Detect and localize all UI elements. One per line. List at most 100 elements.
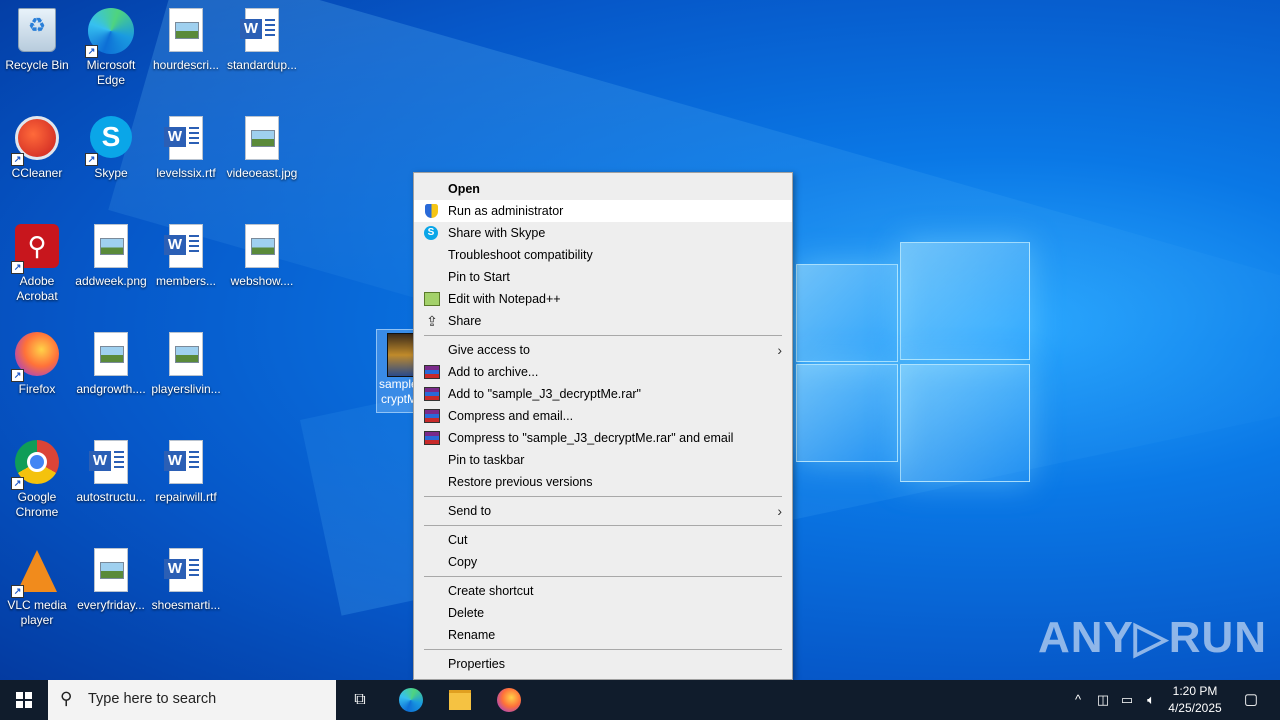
chevron-right-icon: › [777, 342, 782, 358]
menu-item-edit-with-notepadpp[interactable]: Edit with Notepad++ [414, 288, 792, 310]
image-file-icon [245, 224, 279, 268]
desktop-icon-recycle-bin[interactable]: Recycle Bin [0, 4, 74, 73]
menu-item-compress-to-rar-and-email[interactable]: Compress to "sample_J3_decryptMe.rar" an… [414, 427, 792, 449]
desktop-icon-videoeast[interactable]: videoeast.jpg [225, 112, 299, 181]
winrar-icon [424, 387, 440, 401]
menu-item-properties[interactable]: Properties [414, 653, 792, 675]
file-explorer-icon [449, 689, 471, 710]
desktop-icon-autostructu[interactable]: autostructu... [74, 436, 148, 505]
taskbar-search-box[interactable]: ⚲ Type here to search [48, 680, 336, 720]
shortcut-arrow-icon: ↗ [11, 369, 24, 382]
shortcut-arrow-icon: ↗ [85, 153, 98, 166]
menu-item-copy[interactable]: Copy [414, 551, 792, 573]
taskbar-edge-button[interactable] [391, 684, 431, 716]
desktop-icon-webshow[interactable]: webshow.... [225, 220, 299, 289]
image-file-icon [169, 332, 203, 376]
recycle-bin-icon [18, 8, 56, 52]
taskbar-file-explorer-button[interactable] [440, 684, 480, 716]
task-view-icon: ⧉ [354, 691, 366, 708]
desktop-icon-skype[interactable]: S ↗ Skype [74, 112, 148, 181]
taskbar-firefox-button[interactable] [489, 684, 529, 716]
menu-item-restore-previous-versions[interactable]: Restore previous versions [414, 471, 792, 493]
menu-separator [424, 335, 782, 336]
word-document-icon [164, 116, 203, 160]
menu-item-open[interactable]: Open [414, 178, 792, 200]
image-file-icon [94, 548, 128, 592]
menu-item-give-access-to[interactable]: Give access to › [414, 339, 792, 361]
desktop-icon-standardup[interactable]: standardup... [225, 4, 299, 73]
clock-time: 1:20 PM [1172, 684, 1218, 698]
notepadpp-icon [424, 292, 440, 306]
menu-item-delete[interactable]: Delete [414, 602, 792, 624]
meet-now-icon: ◫ [1096, 692, 1110, 707]
menu-item-pin-to-start[interactable]: Pin to Start [414, 266, 792, 288]
search-icon: ⚲ [60, 689, 73, 708]
network-button[interactable]: ▭ [1116, 680, 1138, 720]
desktop-icon-vlc[interactable]: ↗ VLC media player [0, 544, 74, 628]
shortcut-arrow-icon: ↗ [85, 45, 98, 58]
desktop-icon-ccleaner[interactable]: ↗ CCleaner [0, 112, 74, 181]
desktop-icon-adobe-acrobat[interactable]: ⚲ ↗ Adobe Acrobat [0, 220, 74, 304]
menu-item-run-as-administrator[interactable]: Run as administrator [414, 200, 792, 222]
desktop-icon-shoesmarti[interactable]: shoesmarti... [149, 544, 223, 613]
desktop-icon-selected-sample-file[interactable]: sample_ cryptM [376, 329, 416, 413]
image-file-icon [94, 224, 128, 268]
menu-item-rename[interactable]: Rename [414, 624, 792, 646]
desktop-icon-hourdescri[interactable]: hourdescri... [149, 4, 223, 73]
clock-date: 4/25/2025 [1168, 701, 1222, 715]
shortcut-arrow-icon: ↗ [11, 261, 24, 274]
uac-shield-icon [425, 204, 438, 218]
menu-item-pin-to-taskbar[interactable]: Pin to taskbar [414, 449, 792, 471]
desktop-icon-playerslivin[interactable]: playerslivin... [149, 328, 223, 397]
desktop-icon-everyfriday[interactable]: everyfriday... [74, 544, 148, 613]
desktop-icon-repairwill[interactable]: repairwill.rtf [149, 436, 223, 505]
menu-item-share[interactable]: ⇪ Share [414, 310, 792, 332]
menu-item-create-shortcut[interactable]: Create shortcut [414, 580, 792, 602]
notification-icon: ▢ [1243, 691, 1259, 708]
windows-logo-wallpaper [796, 242, 1030, 482]
menu-separator [424, 525, 782, 526]
menu-item-compress-and-email[interactable]: Compress and email... [414, 405, 792, 427]
windows-start-icon [16, 692, 32, 708]
firefox-icon [497, 687, 521, 712]
desktop-icon-google-chrome[interactable]: ↗ Google Chrome [0, 436, 74, 520]
image-file-icon [94, 332, 128, 376]
desktop-icon-microsoft-edge[interactable]: ↗ Microsoft Edge [74, 4, 148, 88]
edge-icon [399, 687, 423, 712]
desktop-icon-addweek[interactable]: addweek.png [74, 220, 148, 289]
menu-item-troubleshoot-compatibility[interactable]: Troubleshoot compatibility [414, 244, 792, 266]
taskbar-clock[interactable]: 1:20 PM 4/25/2025 [1160, 683, 1230, 717]
network-icon: ▭ [1120, 692, 1134, 707]
image-file-icon [169, 8, 203, 52]
show-hidden-icons-button[interactable]: ^ [1068, 680, 1088, 720]
context-menu: Open Run as administrator S Share with Sk… [413, 172, 793, 680]
menu-separator [424, 649, 782, 650]
desktop-icon-firefox[interactable]: ↗ Firefox [0, 328, 74, 397]
word-document-icon [164, 440, 203, 484]
winrar-icon [424, 409, 440, 423]
word-document-icon [240, 8, 279, 52]
volume-button[interactable]: 🔈︎ [1140, 680, 1162, 720]
share-icon: ⇪ [426, 313, 438, 329]
shortcut-arrow-icon: ↗ [11, 153, 24, 166]
desktop-icon-andgrowth[interactable]: andgrowth.... [74, 328, 148, 397]
taskbar: ⚲ Type here to search ⧉ ^ ◫ ▭ 🔈︎ 1:20 PM… [0, 680, 1280, 720]
start-button[interactable] [0, 680, 48, 720]
menu-item-send-to[interactable]: Send to › [414, 500, 792, 522]
winrar-icon [424, 365, 440, 379]
notification-center-button[interactable]: ▢ [1236, 680, 1266, 720]
meet-now-button[interactable]: ◫ [1092, 680, 1114, 720]
exe-file-icon [387, 333, 415, 377]
chevron-right-icon: › [777, 503, 782, 519]
menu-item-share-with-skype[interactable]: S Share with Skype [414, 222, 792, 244]
menu-item-add-to-archive[interactable]: Add to archive... [414, 361, 792, 383]
image-file-icon [245, 116, 279, 160]
desktop-icon-levelssix[interactable]: levelssix.rtf [149, 112, 223, 181]
menu-item-add-to-rar[interactable]: Add to "sample_J3_decryptMe.rar" [414, 383, 792, 405]
winrar-icon [424, 431, 440, 445]
shortcut-arrow-icon: ↗ [11, 477, 24, 490]
desktop-icon-members[interactable]: members... [149, 220, 223, 289]
menu-item-cut[interactable]: Cut [414, 529, 792, 551]
menu-separator [424, 576, 782, 577]
task-view-button[interactable]: ⧉ [340, 684, 380, 716]
